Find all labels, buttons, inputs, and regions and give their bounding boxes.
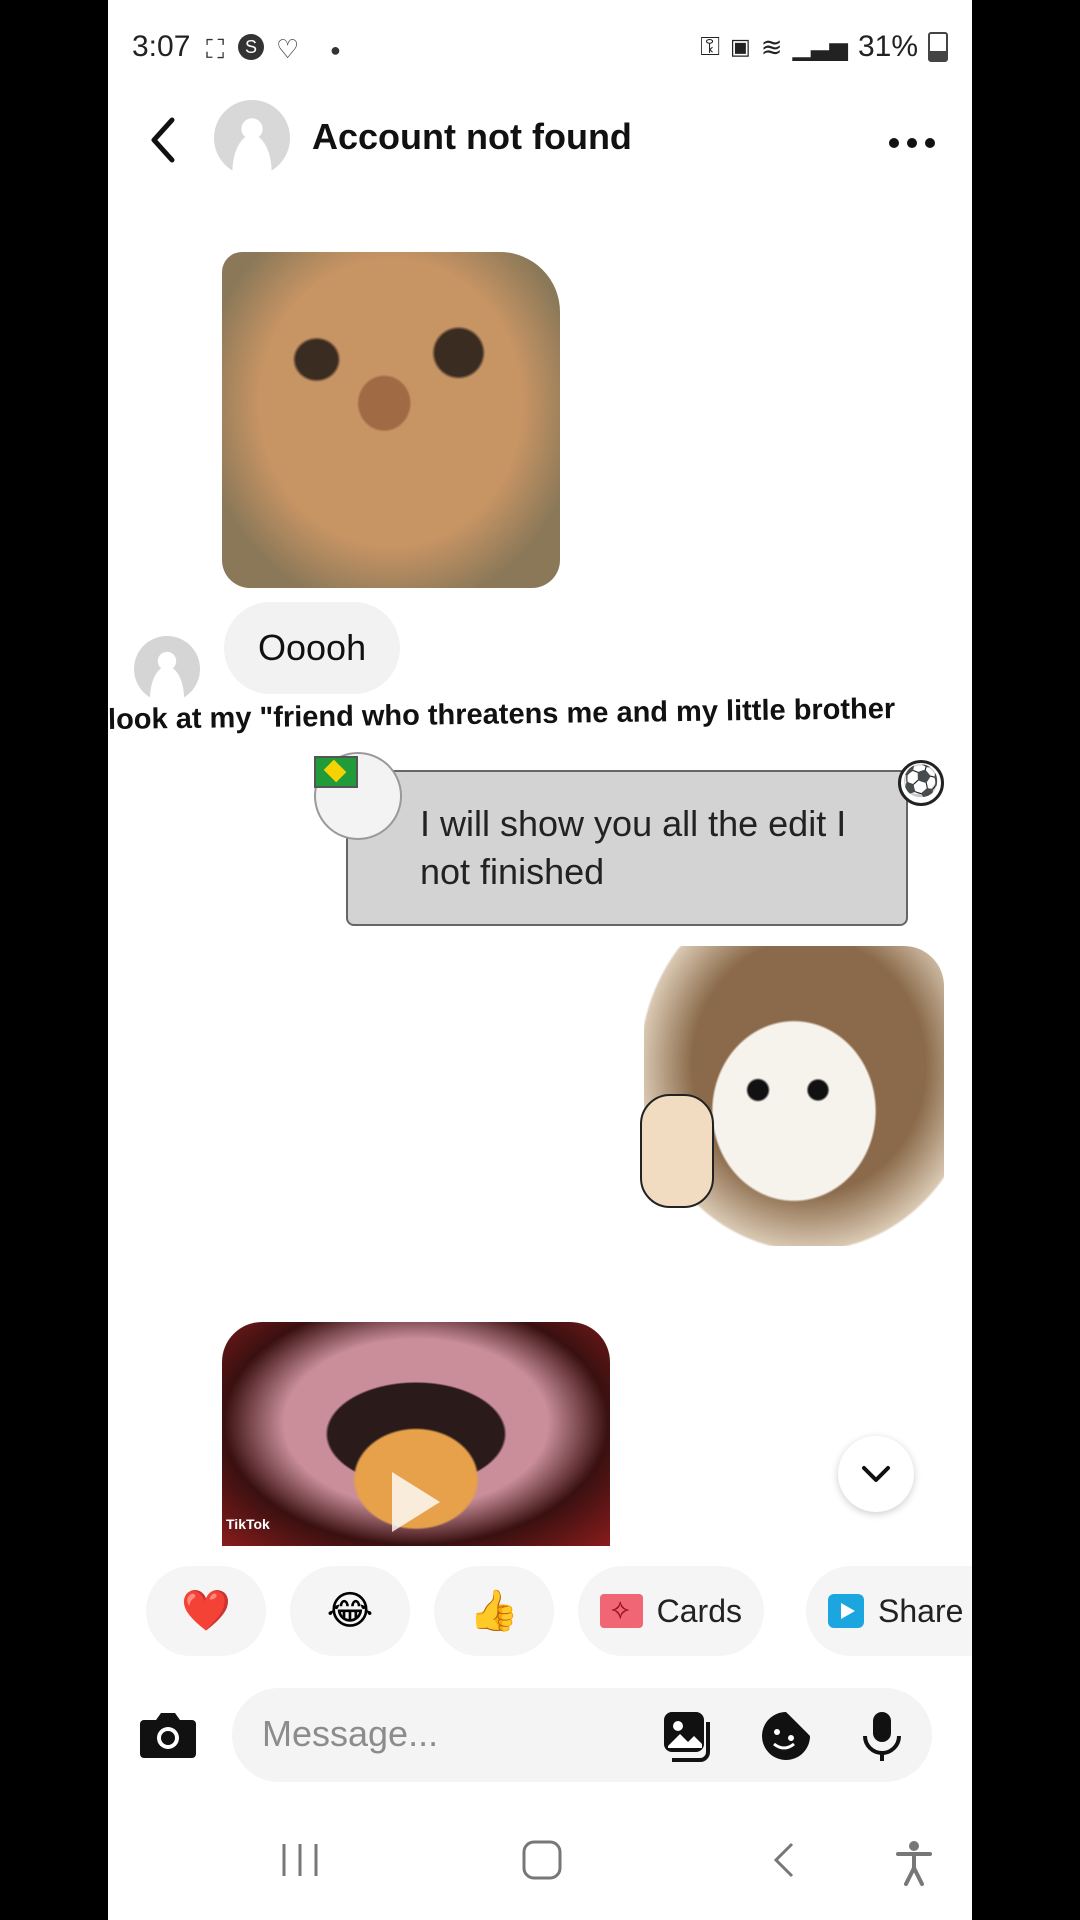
voice-button[interactable]	[854, 1708, 910, 1764]
battery-icon	[928, 32, 948, 62]
screenshot-icon: ⛶	[206, 34, 225, 64]
signal-icon: ▁▃▅	[792, 33, 848, 61]
thumbs-up-icon: 👍	[469, 1589, 519, 1633]
chat-header: Account not found	[108, 96, 972, 184]
video-caption-overlay: look at my "friend who threatens me and …	[108, 693, 896, 737]
message-bubble-incoming[interactable]: Ooooh	[224, 602, 401, 694]
wifi-icon: ≋	[760, 31, 783, 62]
thumbs-up-paw-icon	[640, 1094, 714, 1208]
more-button[interactable]	[888, 126, 936, 150]
battery-percent: 31%	[857, 30, 918, 63]
sticker-icon	[762, 1712, 810, 1760]
cards-label: Cards	[656, 1593, 742, 1629]
status-bar: 3:07 ⛶ S ♡ ● ⚿ ▣ ≋ ▁▃▅ 31%	[108, 0, 972, 96]
s-app-icon: S	[238, 34, 264, 60]
quick-reply-heart[interactable]: ❤️	[146, 1566, 266, 1656]
system-navigation-bar	[108, 1822, 972, 1920]
phone-screen: 3:07 ⛶ S ♡ ● ⚿ ▣ ≋ ▁▃▅ 31% Account not f…	[108, 0, 972, 1920]
microphone-icon	[863, 1712, 901, 1761]
laugh-icon: 😂	[326, 1589, 374, 1633]
home-button[interactable]	[520, 1840, 564, 1891]
brazil-flag-icon	[314, 756, 358, 788]
quick-reply-cards[interactable]: Cards	[578, 1566, 764, 1656]
cards-icon	[600, 1584, 643, 1634]
chevron-left-icon	[151, 117, 175, 163]
quick-reply-share[interactable]: Share	[806, 1566, 972, 1656]
status-right: ⚿ ▣ ≋ ▁▃▅ 31%	[700, 30, 948, 64]
quick-reply-thumbs-up[interactable]: 👍	[434, 1566, 554, 1656]
soccer-ball-icon: ⚽	[898, 760, 944, 806]
message-bubble-outgoing[interactable]: I will show you all the edit I not finis…	[346, 770, 908, 926]
heart-app-icon: ♡	[276, 34, 300, 64]
status-time: 3:07	[132, 30, 191, 63]
heart-icon: ❤️	[181, 1589, 231, 1633]
message-input[interactable]	[260, 1706, 624, 1762]
quick-replies: ❤️ 😂 👍 Cards Share	[108, 1566, 972, 1662]
lock-icon: ▣	[729, 34, 751, 59]
gallery-icon	[664, 1712, 710, 1762]
cat-sticker-image[interactable]	[222, 252, 560, 588]
message-composer	[108, 1684, 972, 1784]
share-icon	[828, 1594, 864, 1628]
page-title[interactable]: Account not found	[312, 116, 632, 158]
back-button[interactable]	[142, 114, 186, 166]
quick-reply-laugh[interactable]: 😂	[290, 1566, 410, 1656]
avatar[interactable]	[214, 100, 290, 176]
dot-icon: ●	[330, 40, 341, 60]
gallery-button[interactable]	[660, 1708, 716, 1764]
home-icon	[522, 1840, 562, 1880]
recent-apps-button[interactable]	[278, 1840, 322, 1891]
play-icon	[392, 1472, 440, 1532]
camera-button[interactable]	[138, 1708, 198, 1760]
more-icon	[889, 138, 935, 148]
chevron-down-icon	[862, 1466, 890, 1482]
share-label: Share	[878, 1593, 964, 1629]
scroll-down-button[interactable]	[838, 1436, 914, 1512]
accessibility-icon	[896, 1841, 932, 1886]
sticker-button[interactable]	[758, 1708, 814, 1764]
camera-icon	[140, 1713, 196, 1758]
tiktok-badge: TikTok	[226, 1516, 270, 1532]
video-message[interactable]: TikTok	[222, 1322, 610, 1546]
key-icon: ⚿	[700, 31, 720, 61]
message-text: I will show you all the edit I not finis…	[420, 803, 847, 892]
recent-apps-icon	[282, 1844, 318, 1876]
system-back-button[interactable]	[766, 1840, 802, 1891]
sender-avatar[interactable]	[134, 636, 200, 702]
back-arrow-icon	[773, 1842, 794, 1878]
accessibility-button[interactable]	[894, 1840, 934, 1897]
